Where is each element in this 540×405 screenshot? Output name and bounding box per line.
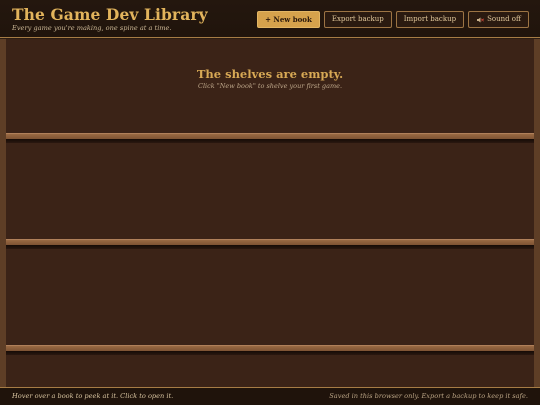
shelf-plank-1: [6, 133, 534, 143]
shelf-bay-2: [6, 143, 534, 239]
export-backup-button[interactable]: Export backup: [323, 11, 392, 28]
sound-toggle-button[interactable]: Sound off: [468, 11, 529, 28]
library-app: The Game Dev Library Every game you're m…: [0, 0, 540, 405]
shelf-bay-3: [6, 249, 534, 345]
speaker-muted-icon: [477, 17, 484, 22]
shelf-plank-2: [6, 239, 534, 249]
sound-toggle-label: Sound off: [487, 15, 521, 23]
bookcase-interior: The shelves are empty. Click "New book" …: [6, 39, 534, 387]
bookcase: The shelves are empty. Click "New book" …: [0, 39, 540, 387]
app-tagline: Every game you're making, one spine at a…: [12, 24, 172, 32]
import-backup-button-label: Import backup: [403, 15, 457, 23]
shelf-bay-1: The shelves are empty. Click "New book" …: [6, 39, 534, 133]
empty-state-title: The shelves are empty.: [196, 67, 344, 81]
export-backup-button-label: Export backup: [331, 15, 384, 23]
import-backup-button[interactable]: Import backup: [395, 11, 465, 28]
shelf-bay-4: [6, 355, 534, 387]
toolbar: + New book Export backup Import backup S…: [257, 11, 529, 28]
empty-state-hint: Click "New book" to shelve your first ga…: [197, 82, 343, 90]
new-book-button-label: + New book: [265, 15, 312, 24]
shelf-plank-3: [6, 345, 534, 355]
app-title: The Game Dev Library: [12, 5, 208, 24]
app-header: The Game Dev Library Every game you're m…: [0, 0, 540, 38]
footer-storage-note: Saved in this browser only. Export a bac…: [329, 392, 528, 400]
new-book-button[interactable]: + New book: [257, 11, 320, 28]
footer-hint: Hover over a book to peek at it. Click t…: [12, 392, 174, 400]
status-footer: Hover over a book to peek at it. Click t…: [0, 387, 540, 405]
